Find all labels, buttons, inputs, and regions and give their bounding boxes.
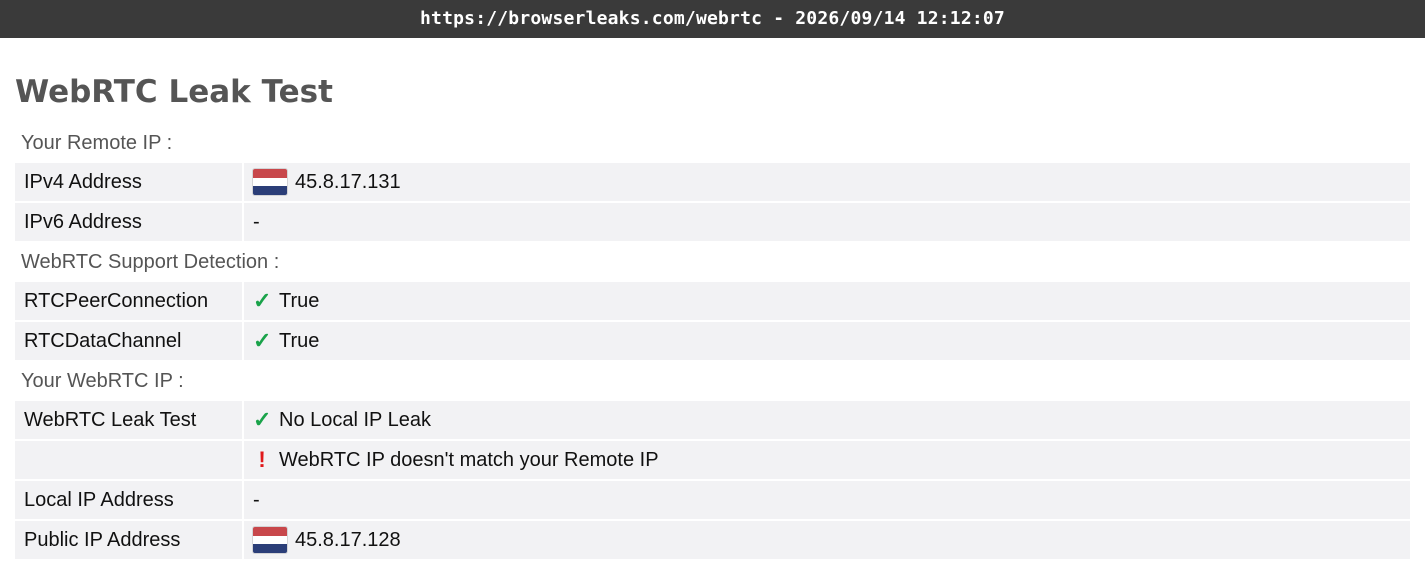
check-icon: ✓ <box>253 288 272 313</box>
webrtc-leak-test-key: WebRTC Leak Test <box>15 401 244 439</box>
rtcpeerconnection-key: RTCPeerConnection <box>15 282 244 320</box>
public-ip-value[interactable]: 45.8.17.128 <box>295 529 401 552</box>
rtcdatachannel-value: True <box>279 329 320 352</box>
rtcpeerconnection-value: True <box>279 289 320 312</box>
local-ip-value: - <box>253 488 260 511</box>
webrtc-leak-test-key-empty <box>15 441 244 479</box>
address-timestamp-bar: https://browserleaks.com/webrtc - 2026/0… <box>0 0 1425 38</box>
row-public-ip: Public IP Address 45.8.17.128 <box>15 521 1410 559</box>
row-webrtc-leak-test: WebRTC Leak Test ✓ No Local IP Leak <box>15 401 1410 439</box>
row-local-ip: Local IP Address - <box>15 481 1410 519</box>
section-label-remote-ip: Your Remote IP : <box>21 132 173 154</box>
rtcdatachannel-key: RTCDataChannel <box>15 322 244 360</box>
local-ip-key: Local IP Address <box>15 481 244 519</box>
ipv4-value-cell: 45.8.17.131 <box>244 163 1410 201</box>
row-ipv6: IPv6 Address - <box>15 203 1410 241</box>
row-ipv4: IPv4 Address 45.8.17.131 <box>15 163 1410 201</box>
check-icon: ✓ <box>253 328 272 353</box>
ipv6-value: - <box>253 210 260 233</box>
webrtc-leak-test-value-cell-1: ✓ No Local IP Leak <box>244 401 1410 439</box>
webrtc-leak-test-value-cell-2: ! WebRTC IP doesn't match your Remote IP <box>244 441 1410 479</box>
ipv4-value[interactable]: 45.8.17.131 <box>295 171 401 194</box>
section-label-support: WebRTC Support Detection : <box>21 251 280 273</box>
netherlands-flag-icon <box>253 527 287 553</box>
rtcdatachannel-value-cell: ✓ True <box>244 322 1410 360</box>
ipv4-key: IPv4 Address <box>15 163 244 201</box>
ipv6-key: IPv6 Address <box>15 203 244 241</box>
section-label-webrtc-ip: Your WebRTC IP : <box>21 370 184 392</box>
webrtc-leak-test-value-1: No Local IP Leak <box>279 408 431 431</box>
row-rtcpeerconnection: RTCPeerConnection ✓ True <box>15 282 1410 320</box>
row-webrtc-leak-test-continued: ! WebRTC IP doesn't match your Remote IP <box>15 441 1410 479</box>
check-icon: ✓ <box>253 407 272 432</box>
row-rtcdatachannel: RTCDataChannel ✓ True <box>15 322 1410 360</box>
webrtc-leak-test-value-2: WebRTC IP doesn't match your Remote IP <box>279 448 659 471</box>
netherlands-flag-icon <box>253 169 287 195</box>
results-table: Your Remote IP : IPv4 Address 45.8.17.13… <box>15 124 1410 561</box>
exclamation-icon: ! <box>258 447 266 472</box>
rtcpeerconnection-value-cell: ✓ True <box>244 282 1410 320</box>
public-ip-key: Public IP Address <box>15 521 244 559</box>
public-ip-value-cell: 45.8.17.128 <box>244 521 1410 559</box>
